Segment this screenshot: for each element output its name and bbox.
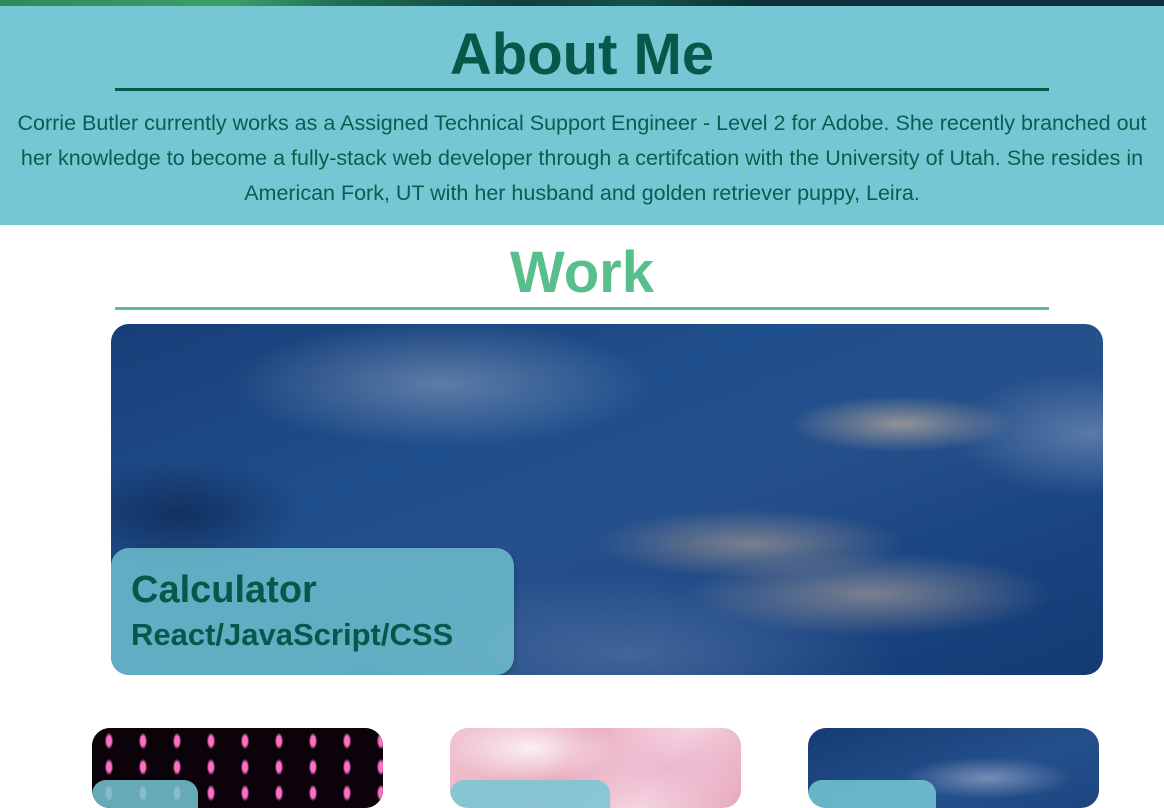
featured-project-card[interactable]: Calculator React/JavaScript/CSS — [111, 324, 1103, 675]
project-card-2-caption[interactable] — [450, 780, 610, 808]
project-card-2[interactable] — [450, 728, 741, 808]
project-card-3-caption[interactable] — [808, 780, 936, 808]
featured-project-title[interactable]: Calculator — [131, 570, 317, 610]
about-section: About Me Corrie Butler currently works a… — [0, 6, 1164, 225]
about-divider — [115, 88, 1049, 91]
about-title: About Me — [449, 22, 715, 87]
featured-project-caption[interactable]: Calculator React/JavaScript/CSS — [111, 548, 514, 675]
project-card-1-caption[interactable] — [92, 780, 198, 808]
project-card-1[interactable] — [92, 728, 383, 808]
work-title: Work — [510, 240, 654, 305]
project-card-3[interactable] — [808, 728, 1099, 808]
about-description: Corrie Butler currently works as a Assig… — [17, 111, 1147, 205]
work-divider — [115, 307, 1049, 310]
featured-project-tech: React/JavaScript/CSS — [131, 617, 454, 652]
